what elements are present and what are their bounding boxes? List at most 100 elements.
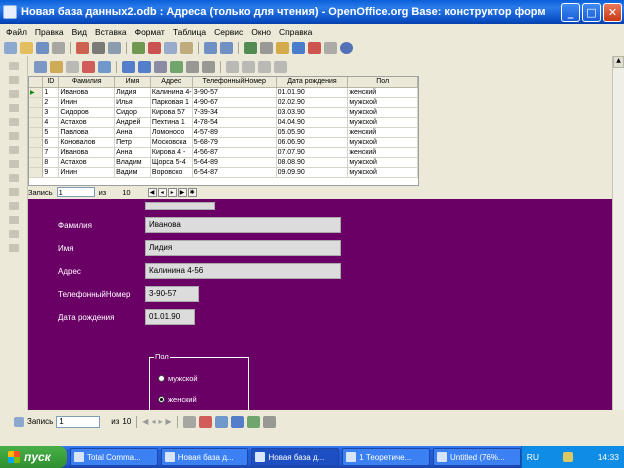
firstname-cell[interactable]: Петр: [114, 137, 151, 148]
last-record-icon[interactable]: ▶: [177, 187, 187, 197]
task-base-1[interactable]: Новая база д...: [160, 448, 249, 466]
firstname-cell[interactable]: Илья: [114, 97, 151, 108]
scroll-up-icon[interactable]: ▲: [613, 56, 624, 68]
id-cell[interactable]: 1: [42, 87, 60, 98]
lastname-cell[interactable]: Коновалов: [58, 137, 116, 148]
language-indicator[interactable]: RU: [527, 452, 539, 462]
gender-cell[interactable]: женский: [347, 127, 418, 138]
lastname-cell[interactable]: Павлова: [58, 127, 116, 138]
phone-field[interactable]: 3-90-57: [145, 286, 199, 302]
design-mode-icon[interactable]: [8, 76, 19, 84]
undo-record-icon[interactable]: [82, 60, 95, 73]
undo-icon[interactable]: [204, 41, 217, 54]
birthdate-cell[interactable]: 05.05.90: [276, 127, 349, 138]
id-cell[interactable]: 3: [42, 107, 60, 118]
menu-help[interactable]: Справка: [275, 27, 316, 37]
table-row[interactable]: 4 Астахов Андрей Пехтина 1 4-78-54 04.04.90 му…: [29, 117, 418, 128]
firstname-cell[interactable]: Вадим: [114, 167, 151, 178]
menu-edit[interactable]: Правка: [31, 27, 68, 37]
option-button-icon[interactable]: [8, 174, 19, 182]
combobox-icon[interactable]: [8, 202, 19, 210]
help-icon[interactable]: [340, 41, 353, 54]
col-header-lastname[interactable]: Фамилия: [58, 77, 116, 88]
gender-cell[interactable]: женский: [347, 87, 418, 98]
phone-cell[interactable]: 6-54-87: [192, 167, 277, 178]
table-row[interactable]: 5 Павлова Анна Ломоносо 4-57-89 05.05.90 женск…: [29, 127, 418, 138]
lastname-cell[interactable]: Инин: [58, 97, 116, 108]
form-save-icon[interactable]: [182, 415, 196, 428]
row-header[interactable]: [29, 127, 44, 138]
lastname-field[interactable]: Иванова: [145, 217, 341, 233]
phone-cell[interactable]: 4-56-87: [192, 147, 277, 158]
id-cell[interactable]: 2: [42, 97, 60, 108]
remove-filter-icon[interactable]: [202, 60, 215, 73]
firstname-cell[interactable]: Андрей: [114, 117, 151, 128]
firstname-field[interactable]: Лидия: [145, 240, 341, 256]
address-cell[interactable]: Воровско: [150, 167, 193, 178]
col-header-birthdate[interactable]: Дата рождения: [276, 77, 349, 88]
menu-file[interactable]: Файл: [2, 27, 31, 37]
export-pdf-icon[interactable]: [76, 41, 89, 54]
col-header-id[interactable]: ID: [42, 77, 60, 88]
control-icon[interactable]: [8, 90, 19, 98]
refresh-icon[interactable]: [98, 60, 111, 73]
gender-option-female[interactable]: женский: [158, 395, 197, 404]
data-to-fields-icon[interactable]: [258, 60, 271, 73]
filter-icon[interactable]: [186, 60, 199, 73]
last-icon[interactable]: ▶: [165, 417, 171, 426]
select-icon[interactable]: [8, 62, 19, 70]
record-number-field[interactable]: 1: [56, 187, 95, 197]
address-cell[interactable]: Пехтина 1: [150, 117, 193, 128]
save-record-icon[interactable]: [34, 60, 47, 73]
radio-female[interactable]: [158, 396, 165, 403]
task-base-2[interactable]: Новая база д...: [251, 448, 340, 466]
save-icon[interactable]: [36, 41, 49, 54]
phone-cell[interactable]: 4-90-67: [192, 97, 277, 108]
birthdate-cell[interactable]: 04.04.90: [276, 117, 349, 128]
menu-view[interactable]: Вид: [68, 27, 91, 37]
menu-window[interactable]: Окно: [247, 27, 275, 37]
col-header-gender[interactable]: Пол: [347, 77, 418, 88]
lastname-cell[interactable]: Астахов: [58, 157, 116, 168]
task-untitled[interactable]: Untitled (76%...: [432, 448, 521, 466]
firstname-cell[interactable]: Лидия: [114, 87, 151, 98]
id-cell[interactable]: 4: [42, 117, 60, 128]
mail-merge-icon[interactable]: [274, 60, 287, 73]
row-header[interactable]: [29, 167, 44, 178]
gender-cell[interactable]: мужской: [347, 137, 418, 148]
table-icon[interactable]: [260, 41, 273, 54]
phone-cell[interactable]: 5-64-89: [192, 157, 277, 168]
table-row[interactable]: 6 Коновалов Петр Московска 5-68-79 06.06.90 му…: [29, 137, 418, 148]
form-refresh-icon[interactable]: [214, 415, 228, 428]
birthdate-cell[interactable]: 06.06.90: [276, 137, 349, 148]
first-icon[interactable]: ◀: [142, 417, 148, 426]
birthdate-cell[interactable]: 07.07.90: [276, 147, 349, 158]
birthdate-cell[interactable]: 01.01.90: [276, 87, 349, 98]
chart-icon[interactable]: [276, 41, 289, 54]
next-icon[interactable]: ▸: [158, 417, 162, 426]
address-cell[interactable]: Калинина 4-56: [150, 87, 193, 98]
row-header[interactable]: [29, 97, 44, 108]
birthdate-field[interactable]: 01.01.90: [145, 309, 195, 325]
gender-cell[interactable]: мужской: [347, 157, 418, 168]
address-cell[interactable]: Московска: [150, 137, 193, 148]
new-record-icon[interactable]: ✱: [187, 187, 197, 197]
gender-cell[interactable]: женский: [347, 147, 418, 158]
id-cell[interactable]: 6: [42, 137, 60, 148]
phone-cell[interactable]: 7-39-34: [192, 107, 277, 118]
row-header[interactable]: [29, 117, 44, 128]
firstname-cell[interactable]: Анна: [114, 127, 151, 138]
phone-cell[interactable]: 4-57-89: [192, 127, 277, 138]
address-cell[interactable]: Кирова 57: [150, 107, 193, 118]
edit-file-icon[interactable]: [52, 41, 65, 54]
birthdate-cell[interactable]: 08.08.90: [276, 157, 349, 168]
row-header[interactable]: [29, 107, 44, 118]
form-icon[interactable]: [8, 104, 19, 112]
gender-option-male[interactable]: мужской: [158, 374, 198, 383]
menu-insert[interactable]: Вставка: [91, 27, 131, 37]
cut-icon[interactable]: [148, 41, 161, 54]
gallery-icon[interactable]: [308, 41, 321, 54]
data-to-text-icon[interactable]: [242, 60, 255, 73]
hyperlink-icon[interactable]: [244, 41, 257, 54]
form-design-icon[interactable]: [8, 244, 19, 252]
